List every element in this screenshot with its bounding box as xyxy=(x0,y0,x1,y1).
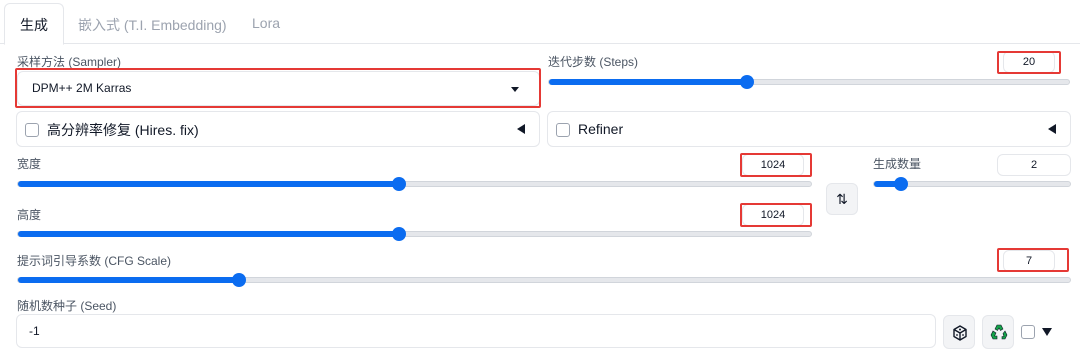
steps-slider-fill xyxy=(549,79,747,85)
batch-count-number-input[interactable]: 2 xyxy=(997,154,1071,176)
cfg-scale-label: 提示词引导系数 (CFG Scale) xyxy=(17,254,172,268)
swap-dimensions-icon: ⇅ xyxy=(836,191,848,207)
steps-slider[interactable] xyxy=(548,75,1070,89)
swap-dimensions-button[interactable]: ⇅ xyxy=(826,183,858,215)
tab-lora[interactable]: Lora xyxy=(252,4,280,44)
cfg-scale-slider[interactable] xyxy=(17,273,1071,287)
refiner-accordion[interactable]: Refiner xyxy=(547,111,1071,147)
steps-label: 迭代步数 (Steps) xyxy=(548,55,639,69)
width-label: 宽度 xyxy=(17,157,42,171)
chevron-down-icon xyxy=(511,87,519,92)
collapse-arrow-icon[interactable] xyxy=(517,124,525,134)
hires-fix-checkbox[interactable] xyxy=(25,123,39,137)
height-label: 高度 xyxy=(17,208,42,222)
recycle-icon xyxy=(990,324,1008,340)
caret-down-icon[interactable] xyxy=(1042,328,1052,336)
extra-seed-checkbox[interactable] xyxy=(1021,325,1035,339)
dice-icon xyxy=(953,325,967,341)
steps-slider-thumb[interactable] xyxy=(739,75,754,89)
width-slider[interactable] xyxy=(17,177,812,191)
width-number-input[interactable]: 1024 xyxy=(742,154,804,176)
sampler-value: DPM++ 2M Karras xyxy=(32,81,132,95)
seed-input[interactable]: -1 xyxy=(16,314,936,348)
batch-count-slider-thumb[interactable] xyxy=(894,177,909,191)
reuse-seed-button[interactable] xyxy=(982,315,1014,349)
sampler-label: 采样方法 (Sampler) xyxy=(17,55,122,69)
refiner-label: Refiner xyxy=(578,121,624,137)
steps-number-input[interactable]: 20 xyxy=(1003,51,1055,73)
seed-label: 随机数种子 (Seed) xyxy=(17,299,117,313)
tab-ti-embedding[interactable]: 嵌入式 (T.I. Embedding) xyxy=(78,4,227,44)
batch-count-slider[interactable] xyxy=(873,177,1071,191)
cfg-scale-slider-fill xyxy=(18,277,239,283)
random-seed-button[interactable] xyxy=(943,315,975,349)
cfg-scale-number-input[interactable]: 7 xyxy=(1003,250,1055,272)
refiner-checkbox[interactable] xyxy=(556,123,570,137)
collapse-arrow-icon[interactable] xyxy=(1048,124,1056,134)
batch-count-label: 生成数量 xyxy=(873,157,922,171)
sampler-dropdown[interactable]: DPM++ 2M Karras xyxy=(17,71,540,106)
height-slider-thumb[interactable] xyxy=(391,227,406,241)
height-slider-fill xyxy=(18,231,399,237)
hires-fix-accordion[interactable]: 高分辨率修复 (Hires. fix) xyxy=(16,111,540,147)
height-number-input[interactable]: 1024 xyxy=(742,204,804,226)
cfg-scale-slider-thumb[interactable] xyxy=(231,273,246,287)
width-slider-fill xyxy=(18,181,399,187)
seed-value: -1 xyxy=(29,324,40,338)
tab-generate[interactable]: 生成 xyxy=(4,3,64,45)
height-slider[interactable] xyxy=(17,227,812,241)
hires-fix-label: 高分辨率修复 (Hires. fix) xyxy=(47,122,199,138)
width-slider-thumb[interactable] xyxy=(391,177,406,191)
